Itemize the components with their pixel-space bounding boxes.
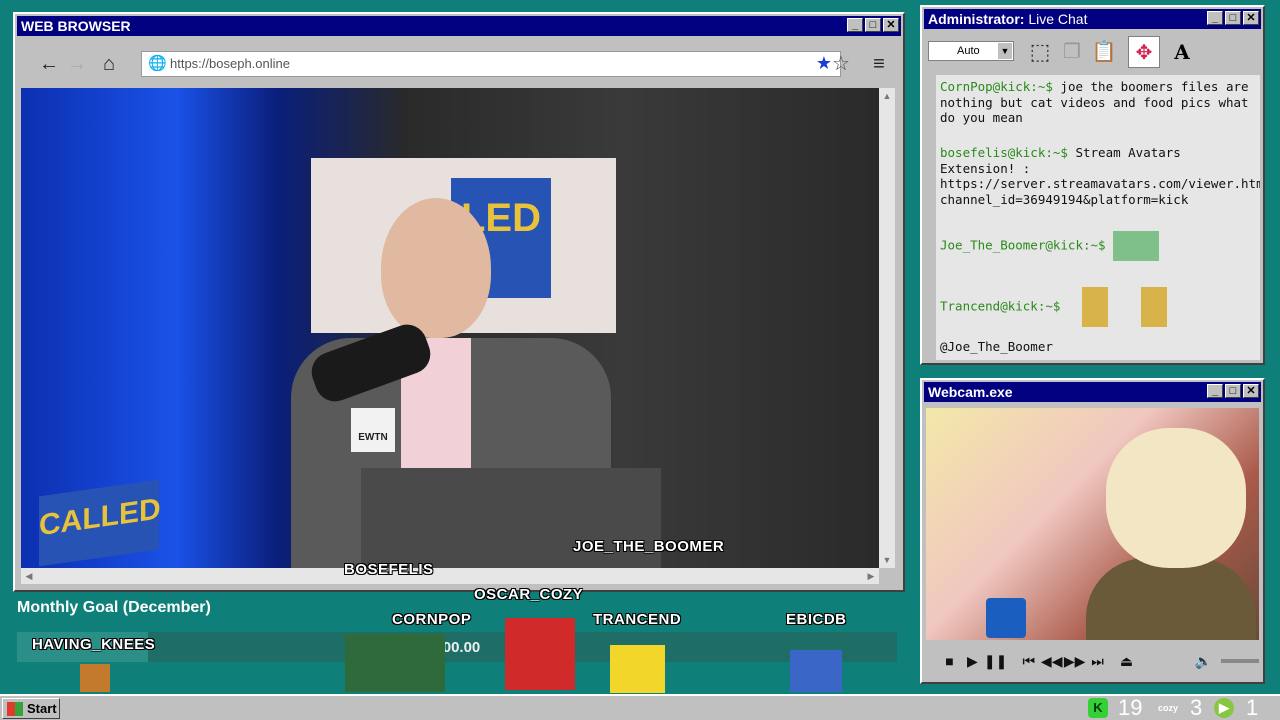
chat-username: CornPop@kick:~$ bbox=[940, 79, 1053, 94]
cozy-viewer-count: 3 bbox=[1190, 695, 1203, 720]
play-icon[interactable]: ▶ bbox=[961, 649, 984, 673]
kick-viewer-count: 19 bbox=[1118, 695, 1143, 720]
maximize-button[interactable]: □ bbox=[1225, 384, 1241, 398]
browser-window: WEB BROWSER _ □ ✕ ← → ⌂ 🌐 https://boseph… bbox=[13, 12, 905, 592]
cozy-icon[interactable]: cozy bbox=[1158, 698, 1178, 718]
home-icon[interactable]: ⌂ bbox=[97, 52, 121, 76]
media-controls: ■ ▶ ❚❚ ⏮ ◀◀ ▶▶ ⏭ ⏏ 🔈 bbox=[926, 644, 1260, 678]
pikachu-sprite-icon bbox=[610, 645, 665, 693]
chat-message: Joe_The_Boomer@kick:~$ bbox=[940, 231, 1256, 261]
paste-icon[interactable]: 📋 bbox=[1088, 36, 1120, 68]
move-icon[interactable]: ✥ bbox=[1128, 36, 1160, 68]
maximize-button[interactable]: □ bbox=[1225, 11, 1241, 25]
start-label: Start bbox=[27, 701, 57, 716]
webcam-window: Webcam.exe _ □ ✕ ■ ▶ ❚❚ ⏮ ◀◀ ▶▶ ⏭ ⏏ 🔈 bbox=[920, 378, 1265, 684]
avatar-name: EBICDB bbox=[786, 611, 847, 628]
goal-label: Monthly Goal (December) bbox=[17, 599, 211, 616]
avatar-name-bosefelis: BOSEFELIS bbox=[344, 561, 434, 578]
horizontal-scrollbar[interactable]: ◀ ▶ bbox=[21, 568, 879, 584]
avatar-name: TRANCEND bbox=[593, 611, 682, 628]
arrow-right-icon[interactable]: → bbox=[65, 52, 89, 76]
close-button[interactable]: ✕ bbox=[1243, 11, 1259, 25]
mode-select[interactable]: Auto ▼ bbox=[928, 41, 1014, 61]
chat-username: bosefelis@kick:~$ bbox=[940, 145, 1068, 160]
rumble-viewer-count: 1 bbox=[1246, 695, 1259, 720]
video-name-label: JOE_THE_BOOMER bbox=[573, 538, 725, 555]
url-text: https://boseph.online bbox=[170, 56, 290, 71]
select-rect-icon[interactable]: ⬚ bbox=[1024, 36, 1056, 68]
chat-username: Joe_The_Boomer@kick:~$ bbox=[940, 237, 1106, 253]
taskbar: Start K 19 cozy 3 ▶ 1 bbox=[0, 694, 1280, 720]
webcam-titlebar[interactable]: Webcam.exe _ □ ✕ bbox=[924, 382, 1261, 402]
scroll-right-icon[interactable]: ▶ bbox=[863, 568, 879, 584]
video-player[interactable]: LED EWTN CALLED JOE_THE_BOOMER bbox=[21, 88, 879, 568]
mode-select-value: Auto bbox=[957, 45, 980, 57]
eject-icon[interactable]: ⏏ bbox=[1115, 649, 1138, 673]
fox-sprite-icon bbox=[80, 664, 110, 692]
chevron-down-icon[interactable]: ▼ bbox=[998, 43, 1012, 59]
chat-toolbar: Auto ▼ ⬚ ❐ 📋 ✥ A bbox=[926, 33, 1259, 73]
mug bbox=[986, 598, 1026, 638]
host-head bbox=[381, 198, 491, 338]
scroll-down-icon[interactable]: ▼ bbox=[879, 552, 895, 568]
chat-message: Trancend@kick:~$ bbox=[940, 287, 1256, 327]
volume-icon[interactable]: 🔈 bbox=[1192, 649, 1215, 673]
avatar-name: HAVING_KNEES bbox=[32, 636, 156, 653]
start-button[interactable]: Start bbox=[2, 698, 60, 719]
skip-start-icon[interactable]: ⏮ bbox=[1017, 649, 1040, 673]
browser-title: WEB BROWSER bbox=[21, 18, 131, 34]
minimize-button[interactable]: _ bbox=[1207, 11, 1223, 25]
chat-username: Trancend@kick:~$ bbox=[940, 298, 1061, 314]
webcam-view bbox=[926, 408, 1259, 640]
chat-title-bold: Administrator: bbox=[928, 11, 1025, 27]
rumble-icon[interactable]: ▶ bbox=[1214, 698, 1234, 718]
chat-title: Live Chat bbox=[1024, 11, 1088, 27]
browser-navbar: ← → ⌂ 🌐 https://boseph.online ★ ☆ ≡ bbox=[21, 46, 897, 84]
pause-icon[interactable]: ❚❚ bbox=[984, 649, 1007, 673]
anime-avatar-body bbox=[1086, 558, 1256, 640]
browser-titlebar[interactable]: WEB BROWSER _ □ ✕ bbox=[17, 16, 901, 36]
copy-icon[interactable]: ❐ bbox=[1056, 36, 1088, 68]
frog-emote-icon bbox=[1113, 231, 1160, 261]
blob-sprite-icon bbox=[790, 650, 842, 692]
maximize-button[interactable]: □ bbox=[865, 18, 881, 32]
url-input[interactable]: 🌐 https://boseph.online ★ bbox=[141, 51, 841, 77]
globe-icon: 🌐 bbox=[148, 55, 167, 72]
stop-icon[interactable]: ■ bbox=[938, 649, 961, 673]
rewind-icon[interactable]: ◀◀ bbox=[1040, 649, 1063, 673]
font-icon[interactable]: A bbox=[1166, 36, 1198, 68]
chat-message: bosefelis@kick:~$ Stream Avatars Extensi… bbox=[940, 145, 1260, 207]
close-button[interactable]: ✕ bbox=[1243, 384, 1259, 398]
fast-forward-icon[interactable]: ▶▶ bbox=[1063, 649, 1086, 673]
live-chat-window: Administrator: Live Chat _ □ ✕ Auto ▼ ⬚ … bbox=[920, 5, 1265, 365]
arrow-left-icon[interactable]: ← bbox=[37, 52, 61, 76]
webcam-title: Webcam.exe bbox=[928, 384, 1013, 400]
chat-messages[interactable]: CornPop@kick:~$ joe the boomers files ar… bbox=[936, 75, 1260, 360]
pirate-sprite-icon bbox=[505, 618, 575, 690]
hamburger-icon[interactable]: ≡ bbox=[867, 52, 891, 76]
bookmark-star-icon[interactable]: ☆ bbox=[829, 52, 853, 76]
avatar-name: OSCAR_COZY bbox=[474, 586, 584, 603]
chat-text: @Joe_The_Boomer bbox=[940, 339, 1053, 354]
volume-slider[interactable] bbox=[1220, 659, 1260, 663]
chat-message: @Joe_The_Boomer bbox=[940, 339, 1256, 355]
avatar-emote-icon bbox=[1081, 287, 1108, 327]
kick-icon[interactable]: K bbox=[1088, 698, 1108, 718]
anime-avatar-head bbox=[1106, 428, 1246, 568]
chat-titlebar[interactable]: Administrator: Live Chat _ □ ✕ bbox=[924, 9, 1261, 29]
close-button[interactable]: ✕ bbox=[883, 18, 899, 32]
scroll-up-icon[interactable]: ▲ bbox=[879, 88, 895, 104]
minimize-button[interactable]: _ bbox=[847, 18, 863, 32]
scroll-left-icon[interactable]: ◀ bbox=[21, 568, 37, 584]
ewtn-mic-flag: EWTN bbox=[351, 408, 395, 452]
minimize-button[interactable]: _ bbox=[1207, 384, 1223, 398]
chat-message: CornPop@kick:~$ joe the boomers files ar… bbox=[940, 79, 1256, 126]
avatar-name: CORNPOP bbox=[392, 611, 472, 628]
avatar-emote-icon bbox=[1141, 287, 1168, 327]
windows-logo-icon bbox=[7, 702, 23, 716]
vertical-scrollbar[interactable]: ▲ ▼ bbox=[879, 88, 895, 568]
goose-sprite-icon bbox=[345, 634, 445, 692]
called-logo: CALLED bbox=[39, 479, 161, 567]
skip-end-icon[interactable]: ⏭ bbox=[1086, 649, 1109, 673]
